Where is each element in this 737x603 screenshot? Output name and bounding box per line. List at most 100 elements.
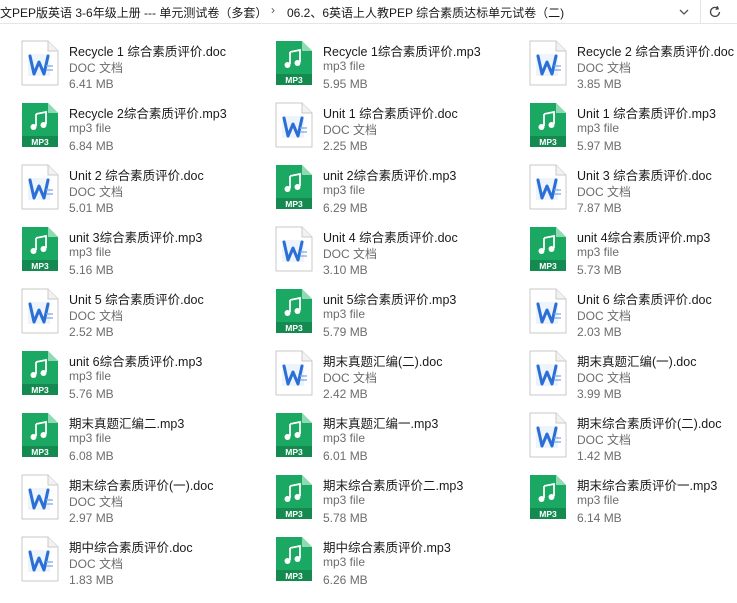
address-dropdown-button[interactable] <box>672 0 696 24</box>
file-size: 6.01 MB <box>323 449 368 463</box>
file-item[interactable]: MP3 期末真题汇编一.mp3 mp3 file 6.01 MB <box>274 412 524 474</box>
file-item[interactable]: MP3 期末真题汇编二.mp3 mp3 file 6.08 MB <box>20 412 270 474</box>
svg-text:MP3: MP3 <box>285 323 303 333</box>
file-item[interactable]: Unit 5 综合素质评价.doc DOC 文档 2.52 MB <box>20 288 270 350</box>
mp3-audio-icon-wrapper: MP3 <box>274 164 314 210</box>
mp3-audio-icon-wrapper: MP3 <box>274 536 314 582</box>
word-document-icon <box>275 226 313 272</box>
breadcrumb-current[interactable]: 06.2、6英语上人教PEP 综合素质达标单元试卷（二) <box>287 4 564 21</box>
file-item[interactable]: Unit 3 综合素质评价.doc DOC 文档 7.87 MB <box>528 164 737 226</box>
file-size: 1.42 MB <box>577 449 622 463</box>
file-name: unit 3综合素质评价.mp3 <box>69 231 203 245</box>
file-size: 5.97 MB <box>577 139 622 153</box>
file-item[interactable]: 期末综合素质评价(二).doc DOC 文档 1.42 MB <box>528 412 737 474</box>
file-size: 5.79 MB <box>323 325 368 339</box>
file-name: Unit 2 综合素质评价.doc <box>69 169 204 183</box>
mp3-audio-icon-wrapper: MP3 <box>528 226 568 272</box>
file-name: unit 4综合素质评价.mp3 <box>577 231 711 245</box>
svg-text:MP3: MP3 <box>285 447 303 457</box>
file-item[interactable]: MP3 unit 6综合素质评价.mp3 mp3 file 5.76 MB <box>20 350 270 412</box>
word-document-icon-wrapper <box>274 226 314 272</box>
refresh-button[interactable] <box>700 0 728 24</box>
file-type: DOC 文档 <box>69 61 124 75</box>
mp3-audio-icon-wrapper: MP3 <box>20 226 60 272</box>
file-name: 期末综合素质评价(二).doc <box>577 417 722 431</box>
address-bar: 文PEP版英语 3-6年级上册 --- 单元测试卷（多套） › 06.2、6英语… <box>0 0 737 24</box>
word-document-icon-wrapper <box>20 536 60 582</box>
file-item[interactable]: Unit 2 综合素质评价.doc DOC 文档 5.01 MB <box>20 164 270 226</box>
mp3-audio-icon: MP3 <box>276 475 312 519</box>
file-item[interactable]: MP3 unit 5综合素质评价.mp3 mp3 file 5.79 MB <box>274 288 524 350</box>
svg-text:MP3: MP3 <box>539 261 557 271</box>
file-item[interactable]: Recycle 2 综合素质评价.doc DOC 文档 3.85 MB <box>528 40 737 102</box>
file-item[interactable]: Unit 6 综合素质评价.doc DOC 文档 2.03 MB <box>528 288 737 350</box>
file-size: 6.14 MB <box>577 511 622 525</box>
svg-text:MP3: MP3 <box>539 509 557 519</box>
file-type: DOC 文档 <box>323 247 378 261</box>
file-item[interactable]: Recycle 1 综合素质评价.doc DOC 文档 6.41 MB <box>20 40 270 102</box>
file-type: mp3 file <box>323 431 366 445</box>
mp3-audio-icon-wrapper: MP3 <box>274 40 314 86</box>
file-name: Unit 6 综合素质评价.doc <box>577 293 712 307</box>
file-size: 6.84 MB <box>69 139 114 153</box>
file-type: mp3 file <box>323 555 366 569</box>
file-item[interactable]: Unit 4 综合素质评价.doc DOC 文档 3.10 MB <box>274 226 524 288</box>
file-name: Recycle 2 综合素质评价.doc <box>577 45 734 59</box>
file-item[interactable]: 期中综合素质评价.doc DOC 文档 1.83 MB <box>20 536 270 598</box>
file-item[interactable]: Unit 1 综合素质评价.doc DOC 文档 2.25 MB <box>274 102 524 164</box>
file-item[interactable]: 期末真题汇编(二).doc DOC 文档 2.42 MB <box>274 350 524 412</box>
word-document-icon <box>529 412 567 458</box>
file-size: 2.03 MB <box>577 325 622 339</box>
file-size: 5.95 MB <box>323 77 368 91</box>
file-item[interactable]: 期末综合素质评价(一).doc DOC 文档 2.97 MB <box>20 474 270 536</box>
mp3-audio-icon-wrapper: MP3 <box>20 412 60 458</box>
file-size: 3.10 MB <box>323 263 368 277</box>
file-item[interactable]: MP3 期末综合素质评价一.mp3 mp3 file 6.14 MB <box>528 474 737 536</box>
file-size: 6.29 MB <box>323 201 368 215</box>
file-name: 期末真题汇编二.mp3 <box>69 417 185 431</box>
breadcrumb-parent[interactable]: 文PEP版英语 3-6年级上册 --- 单元测试卷（多套） <box>0 4 267 21</box>
word-document-icon <box>21 164 59 210</box>
breadcrumb-separator[interactable]: › <box>271 3 275 17</box>
file-type: DOC 文档 <box>69 557 124 571</box>
mp3-audio-icon-wrapper: MP3 <box>274 412 314 458</box>
mp3-audio-icon-wrapper: MP3 <box>20 102 60 148</box>
file-item[interactable]: MP3 Recycle 2综合素质评价.mp3 mp3 file 6.84 MB <box>20 102 270 164</box>
file-size: 5.01 MB <box>69 201 114 215</box>
svg-text:MP3: MP3 <box>285 199 303 209</box>
mp3-audio-icon-wrapper: MP3 <box>274 288 314 334</box>
file-item[interactable]: MP3 unit 2综合素质评价.mp3 mp3 file 6.29 MB <box>274 164 524 226</box>
file-size: 5.76 MB <box>69 387 114 401</box>
file-type: mp3 file <box>69 121 112 135</box>
file-size: 3.99 MB <box>577 387 622 401</box>
file-item[interactable]: MP3 期末综合素质评价二.mp3 mp3 file 5.78 MB <box>274 474 524 536</box>
file-item[interactable]: MP3 Recycle 1综合素质评价.mp3 mp3 file 5.95 MB <box>274 40 524 102</box>
file-name: 期末综合素质评价一.mp3 <box>577 479 718 493</box>
mp3-audio-icon: MP3 <box>276 537 312 581</box>
file-name: unit 2综合素质评价.mp3 <box>323 169 457 183</box>
file-type: DOC 文档 <box>69 185 124 199</box>
file-type: DOC 文档 <box>577 433 632 447</box>
file-item[interactable]: MP3 unit 3综合素质评价.mp3 mp3 file 5.16 MB <box>20 226 270 288</box>
word-document-icon-wrapper <box>274 102 314 148</box>
file-type: mp3 file <box>69 369 112 383</box>
word-document-icon <box>21 40 59 86</box>
word-document-icon-wrapper <box>528 164 568 210</box>
svg-text:MP3: MP3 <box>31 385 49 395</box>
file-type: DOC 文档 <box>323 371 378 385</box>
mp3-audio-icon-wrapper: MP3 <box>20 350 60 396</box>
file-item[interactable]: MP3 unit 4综合素质评价.mp3 mp3 file 5.73 MB <box>528 226 737 288</box>
file-name: 期末真题汇编(一).doc <box>577 355 697 369</box>
file-name: unit 6综合素质评价.mp3 <box>69 355 203 369</box>
file-item[interactable]: MP3 Unit 1 综合素质评价.mp3 mp3 file 5.97 MB <box>528 102 737 164</box>
svg-text:MP3: MP3 <box>31 261 49 271</box>
file-item[interactable]: MP3 期中综合素质评价.mp3 mp3 file 6.26 MB <box>274 536 524 598</box>
svg-text:MP3: MP3 <box>31 137 49 147</box>
mp3-audio-icon: MP3 <box>276 413 312 457</box>
file-item[interactable]: 期末真题汇编(一).doc DOC 文档 3.99 MB <box>528 350 737 412</box>
file-name: 期末综合素质评价(一).doc <box>69 479 214 493</box>
file-name: Recycle 1 综合素质评价.doc <box>69 45 226 59</box>
file-name: Unit 1 综合素质评价.mp3 <box>577 107 716 121</box>
word-document-icon <box>529 164 567 210</box>
word-document-icon <box>275 102 313 148</box>
